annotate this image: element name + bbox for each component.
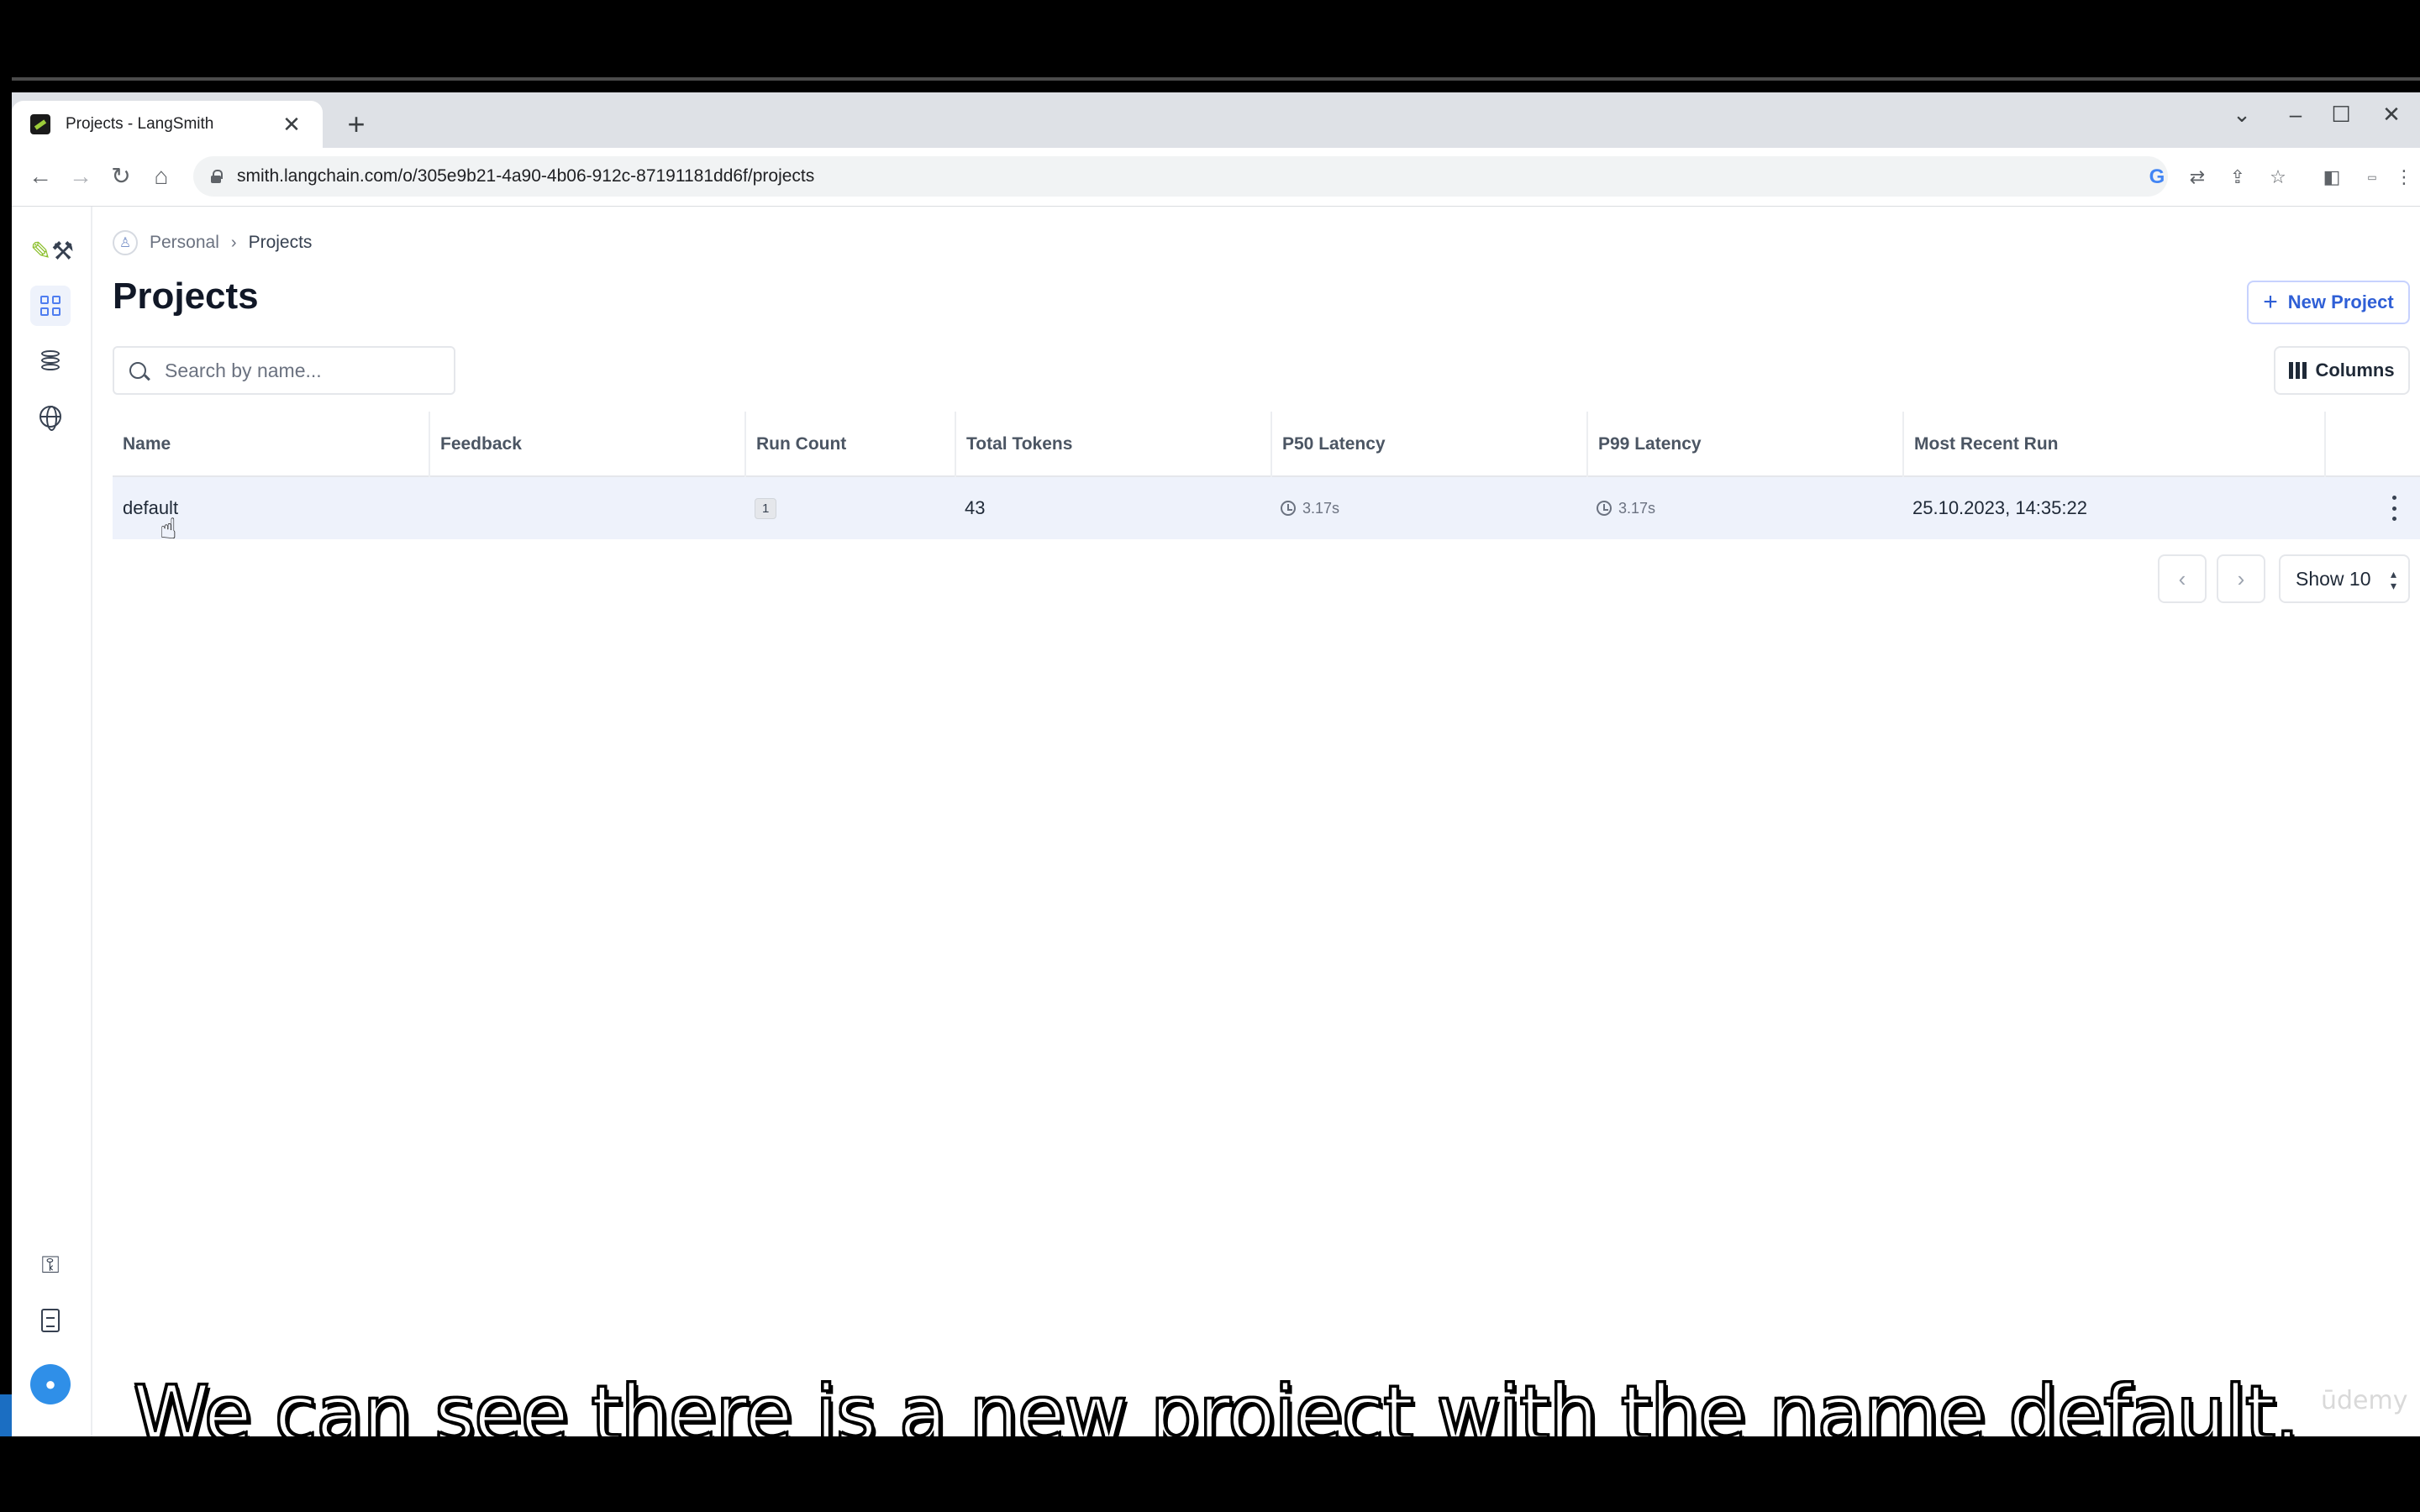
column-header-p50-latency[interactable]: P50 Latency: [1270, 412, 1586, 477]
browser-window: Projects - LangSmith ✕ + ⌄ – ☐ ✕ ← → ↻ ⌂…: [12, 92, 2420, 1436]
home-icon[interactable]: ⌂: [145, 160, 178, 193]
tab-close-icon[interactable]: ✕: [279, 112, 304, 138]
column-header-feedback[interactable]: Feedback: [429, 412, 744, 477]
projects-grid-icon[interactable]: [30, 286, 71, 326]
clock-icon: [1597, 501, 1612, 516]
new-project-label: New Project: [2287, 291, 2394, 312]
person-icon: ♙: [113, 230, 138, 255]
total-tokens-cell: 43: [965, 497, 986, 518]
kebab-menu-icon[interactable]: [2390, 496, 2398, 521]
feedback-cell: [429, 477, 439, 539]
sidepanel-icon[interactable]: ◧: [2317, 163, 2346, 192]
p50-latency-value: 3.17s: [1302, 499, 1340, 517]
langsmith-favicon-icon: [30, 114, 50, 134]
search-placeholder: Search by name...: [165, 359, 322, 381]
video-subtitle: We can see there is a new project with t…: [132, 1368, 2301, 1437]
langsmith-logo[interactable]: ✎⚒: [30, 237, 74, 266]
column-header-total-tokens[interactable]: Total Tokens: [955, 412, 1270, 477]
url-text: smith.langchain.com/o/305e9b21-4a90-4b06…: [237, 166, 815, 186]
google-icon[interactable]: G: [2143, 163, 2171, 192]
forward-arrow-icon[interactable]: →: [64, 160, 97, 193]
browser-menu-icon[interactable]: ⋮: [2390, 163, 2418, 192]
translate-icon[interactable]: ⇄: [2183, 163, 2212, 192]
main-content: ♙ Personal › Projects Projects + New Pro…: [113, 207, 2420, 1436]
columns-icon: [2289, 362, 2307, 379]
langsmith-app: ✎⚒ ⚿ ● ♙ Personal › Projects Projects + …: [12, 207, 2420, 1436]
run-count-badge: 1: [755, 497, 777, 519]
reload-icon[interactable]: ↻: [104, 160, 138, 193]
prev-page-button[interactable]: ‹: [2158, 554, 2207, 603]
breadcrumb-projects: Projects: [248, 233, 313, 252]
maximize-button[interactable]: ☐: [2324, 97, 2358, 131]
close-window-button[interactable]: ✕: [2375, 97, 2408, 131]
page-size-select[interactable]: Show 10 ▴ ▾: [2279, 554, 2410, 603]
plus-icon: +: [2263, 288, 2278, 316]
video-letterbox-top: [0, 0, 2420, 77]
breadcrumb: ♙ Personal › Projects: [113, 230, 312, 255]
address-bar: ← → ↻ ⌂ smith.langchain.com/o/305e9b21-4…: [12, 148, 2420, 207]
run-count-cell: 1: [744, 477, 777, 539]
page-size-label: Show 10: [2296, 567, 2371, 590]
breadcrumb-separator: ›: [230, 233, 237, 252]
columns-button[interactable]: Columns: [2274, 346, 2410, 395]
clock-icon: [1281, 501, 1296, 516]
next-page-button[interactable]: ›: [2217, 554, 2265, 603]
left-sidebar: ✎⚒ ⚿ ●: [12, 207, 92, 1436]
most-recent-run-cell: 25.10.2023, 14:35:22: [1912, 497, 2087, 518]
table-header: Name Feedback Run Count Total Tokens P50…: [113, 412, 2420, 477]
extension-icon[interactable]: ▭: [2358, 163, 2386, 192]
p99-latency-cell: 3.17s: [1586, 477, 1655, 539]
column-header-name[interactable]: Name: [113, 412, 429, 477]
columns-label: Columns: [2315, 360, 2395, 381]
p99-latency-value: 3.17s: [1618, 499, 1656, 517]
column-header-most-recent-run[interactable]: Most Recent Run: [1902, 412, 2324, 477]
share-icon[interactable]: ⇪: [2223, 163, 2252, 192]
url-omnibox[interactable]: smith.langchain.com/o/305e9b21-4a90-4b06…: [193, 156, 2168, 197]
udemy-watermark: ūdemy: [2321, 1386, 2408, 1415]
database-icon[interactable]: [30, 341, 71, 381]
document-icon[interactable]: [30, 1300, 71, 1341]
minimize-button[interactable]: –: [2279, 97, 2312, 131]
globe-icon[interactable]: [30, 396, 71, 437]
projects-table: Name Feedback Run Count Total Tokens P50…: [113, 412, 2420, 545]
p50-latency-cell: 3.17s: [1270, 477, 1339, 539]
column-header-run-count[interactable]: Run Count: [744, 412, 955, 477]
updown-chevron-icon: ▴ ▾: [2390, 567, 2396, 592]
tab-title: Projects - LangSmith: [66, 115, 214, 133]
key-icon[interactable]: ⚿: [30, 1245, 71, 1285]
new-project-button[interactable]: + New Project: [2247, 281, 2410, 324]
browser-tab[interactable]: Projects - LangSmith ✕: [12, 101, 323, 148]
new-tab-button[interactable]: +: [338, 106, 375, 143]
divider: [12, 77, 2420, 81]
page-title: Projects: [113, 276, 259, 317]
lock-icon: [210, 170, 223, 183]
bookmark-star-icon[interactable]: ☆: [2264, 163, 2292, 192]
column-header-p99-latency[interactable]: P99 Latency: [1586, 412, 1902, 477]
table-row[interactable]: default 1 43 3.17s 3.17s 25.10.2023, 14:…: [113, 477, 2420, 545]
taskbar-edge: [0, 1394, 12, 1436]
video-letterbox-bottom: [0, 1436, 2420, 1512]
hand-cursor-icon: ☝: [160, 513, 177, 545]
back-arrow-icon[interactable]: ←: [24, 160, 57, 193]
search-icon: [129, 362, 146, 379]
tab-strip: Projects - LangSmith ✕ + ⌄ – ☐ ✕: [12, 92, 2420, 148]
search-input[interactable]: Search by name...: [113, 346, 455, 395]
breadcrumb-personal[interactable]: Personal: [150, 233, 219, 253]
tab-search-icon[interactable]: ⌄: [2225, 97, 2259, 131]
column-header-actions: [2324, 412, 2420, 477]
